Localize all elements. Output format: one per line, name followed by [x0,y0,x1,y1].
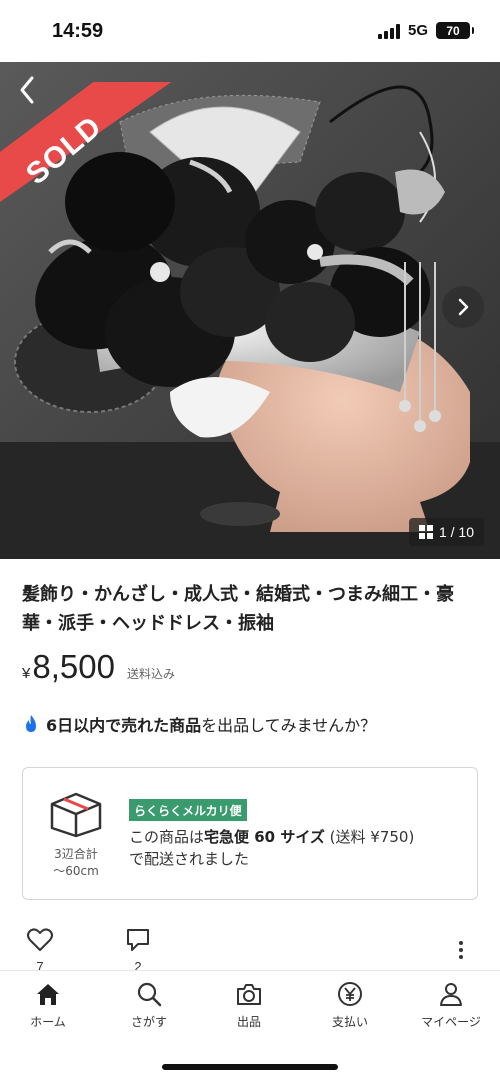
like-button[interactable]: 7 [22,927,58,974]
tab-home[interactable]: ホーム [0,981,98,1030]
item-actions: 7 2 [22,927,478,975]
shipping-text-line2: で配送されました [129,850,250,868]
search-icon [137,982,162,1007]
shipping-text-pre: この商品は [129,828,205,846]
battery-icon: 70 [436,22,474,39]
promo-text: を出品してみませんか？ [201,716,377,735]
status-indicators: 5G 70 [377,22,474,39]
image-counter-text: 1 / 10 [438,524,474,540]
heart-icon [27,928,53,951]
comment-button[interactable]: 2 [120,927,156,974]
yen-coin-icon [338,982,362,1006]
shipping-fee: (送料 ¥750) [324,828,415,846]
tab-home-label: ホーム [30,1015,66,1029]
rakuraku-badge: らくらくメルカリ便 [129,799,247,821]
network-type: 5G [407,22,428,39]
tab-sell[interactable]: 出品 [199,981,299,1030]
chevron-right-icon [458,298,469,316]
package-size-line2: 〜60cm [53,864,99,878]
chevron-left-icon [20,76,34,104]
status-time: 14:59 [52,20,104,42]
package-size: 3辺合計 〜60cm [41,846,111,880]
grid-icon [418,525,433,539]
product-image[interactable]: SOLD 1 / 10 [0,62,500,559]
tab-mypage-label: マイページ [421,1015,481,1029]
image-counter[interactable]: 1 / 10 [408,518,484,546]
shipping-info-card: 3辺合計 〜60cm らくらくメルカリ便 この商品は宅急便 60 サイズ (送料… [22,767,478,900]
item-title: 髪飾り・かんざし・成人式・結婚式・つまみ細工・豪華・派手・ヘッドドレス・振袖 [22,584,454,634]
shipping-description: この商品は宅急便 60 サイズ (送料 ¥750) で配送されました [129,826,459,870]
tab-payment[interactable]: 支払い [300,981,400,1030]
shipping-included-label: 送料込み [126,667,175,681]
shipping-method: 宅急便 60 サイズ [204,828,325,846]
signal-icon [377,23,400,39]
comment-icon [127,929,149,951]
flame-icon [26,715,36,732]
currency-symbol: ¥ [22,665,31,682]
home-indicator [162,1064,338,1070]
tab-sell-label: 出品 [236,1015,261,1029]
home-icon [37,984,59,1005]
tab-mypage[interactable]: マイページ [401,981,500,1030]
tab-payment-label: 支払い [331,1015,368,1029]
tab-search[interactable]: さがす [99,981,199,1030]
next-image-button[interactable] [442,286,484,328]
promo-bold-text: 6日以内で売れた商品 [46,716,202,735]
person-icon [440,983,462,1006]
back-button[interactable] [12,70,42,110]
tab-search-label: さがす [130,1015,167,1029]
price-row: ¥ 8,500 送料込み [22,648,175,686]
camera-icon [237,984,261,1005]
status-bar: 14:59 5G 70 [0,0,500,62]
sell-promo-link[interactable]: 6日以内で売れた商品を出品してみませんか？ [22,712,376,736]
more-options-icon[interactable] [458,941,464,959]
package-size-line1: 3辺合計 [54,847,98,861]
item-price: 8,500 [32,648,115,685]
package-icon [50,792,102,838]
